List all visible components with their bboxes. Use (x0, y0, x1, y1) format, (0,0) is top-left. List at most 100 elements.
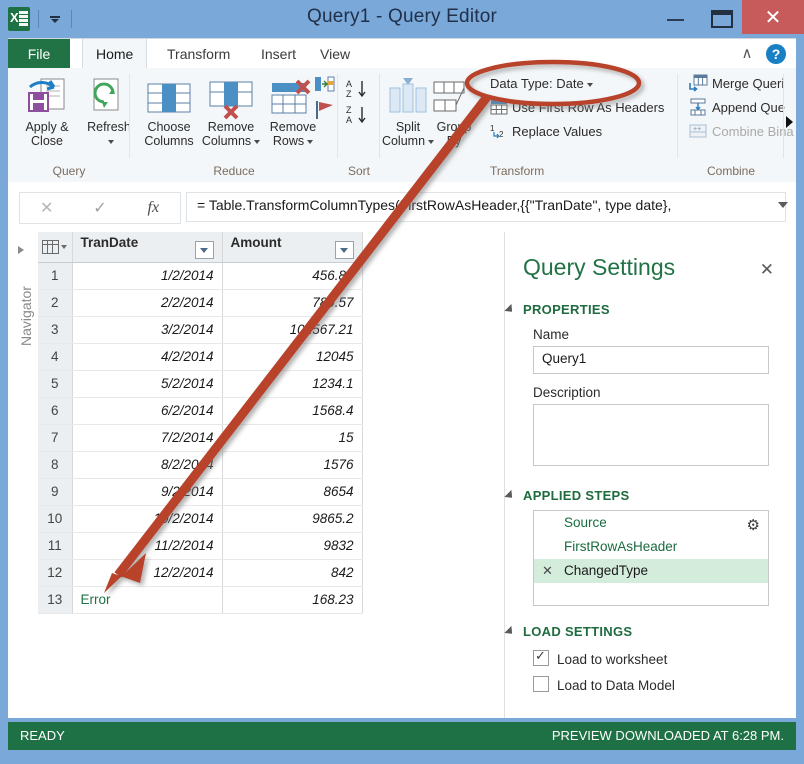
load-to-worksheet-checkbox[interactable]: Load to worksheet (533, 648, 667, 667)
section-applied-steps[interactable]: APPLIED STEPS (504, 488, 630, 503)
table-row[interactable]: 4 4/2/2014 12045 (38, 343, 363, 371)
cell-amount[interactable]: 9865.2 (222, 505, 363, 533)
formula-expand-caret-icon[interactable] (778, 202, 788, 208)
query-name-input[interactable]: Query1 (533, 346, 769, 374)
choose-columns-button[interactable]: Choose Columns (134, 74, 204, 148)
cell-amount[interactable]: 102567.21 (222, 316, 363, 344)
merge-queries-button[interactable]: Merge Queri (688, 74, 784, 94)
combine-binaries-button[interactable]: ++ Combine Bina (688, 122, 794, 142)
collapse-triangle-icon[interactable] (504, 489, 516, 502)
cell-trandate[interactable]: 4/2/2014 (72, 343, 223, 371)
cell-amount[interactable]: 15 (222, 424, 363, 452)
cell-amount[interactable]: 168.23 (222, 586, 363, 614)
cell-trandate[interactable]: 1/2/2014 (72, 262, 223, 290)
cell-amount[interactable]: 12045 (222, 343, 363, 371)
table-row[interactable]: 7 7/2/2014 15 (38, 424, 363, 452)
applied-step[interactable]: Source ⚙ (534, 511, 768, 535)
data-type-button[interactable]: Data Type: Date (490, 74, 593, 94)
table-row[interactable]: 3 3/2/2014 102567.21 (38, 316, 363, 344)
formula-input[interactable]: = Table.TransformColumnTypes(FirstRowAsH… (186, 192, 786, 222)
tab-file[interactable]: File (8, 39, 70, 69)
cell-trandate[interactable]: 12/2/2014 (72, 559, 223, 587)
cell-amount[interactable]: 789.57 (222, 289, 363, 317)
section-properties[interactable]: PROPERTIES (504, 302, 610, 317)
section-applied-steps-label: APPLIED STEPS (523, 488, 630, 503)
applied-step[interactable]: FirstRowAsHeader (534, 535, 768, 559)
column-header-amount[interactable]: Amount (222, 232, 363, 263)
filter-button-trandate[interactable] (194, 240, 214, 259)
cell-trandate[interactable]: 6/2/2014 (72, 397, 223, 425)
refresh-dropdown-caret-icon[interactable] (107, 139, 114, 144)
tab-view[interactable]: View (307, 39, 363, 69)
cell-amount[interactable]: 9832 (222, 532, 363, 560)
table-row[interactable]: 2 2/2/2014 789.57 (38, 289, 363, 317)
chevron-right-icon[interactable] (18, 246, 24, 254)
cell-trandate[interactable]: 8/2/2014 (72, 451, 223, 479)
collapse-triangle-icon[interactable] (504, 303, 516, 316)
sort-ascending-button[interactable]: A Z (346, 78, 372, 105)
navigator-pane-collapsed[interactable]: Navigator (8, 232, 39, 718)
table-row[interactable]: 6 6/2/2014 1568.4 (38, 397, 363, 425)
table-row[interactable]: 8 8/2/2014 1576 (38, 451, 363, 479)
table-row[interactable]: 9 9/2/2014 8654 (38, 478, 363, 506)
cell-trandate-error[interactable]: Error (72, 586, 223, 614)
sort-descending-button[interactable]: Z A (346, 104, 372, 131)
ribbon-scroll-right-icon[interactable] (786, 116, 793, 128)
table-row[interactable]: 13 Error 168.23 (38, 586, 363, 614)
formula-accept-button[interactable]: ✓ (73, 193, 126, 223)
apply-and-close-button[interactable]: Apply & Close (12, 74, 82, 148)
table-row[interactable]: 5 5/2/2014 1234.1 (38, 370, 363, 398)
cell-amount[interactable]: 1234.1 (222, 370, 363, 398)
cell-amount[interactable]: 1576 (222, 451, 363, 479)
help-icon[interactable]: ? (766, 44, 786, 64)
table-row[interactable]: 12 12/2/2014 842 (38, 559, 363, 587)
group-by-button[interactable]: Group By (428, 74, 480, 148)
tab-insert[interactable]: Insert (248, 39, 309, 69)
row-number: 6 (38, 397, 73, 425)
cell-trandate[interactable]: 2/2/2014 (72, 289, 223, 317)
cell-trandate[interactable]: 11/2/2014 (72, 532, 223, 560)
query-description-input[interactable] (533, 404, 769, 466)
collapse-ribbon-icon[interactable]: ∧ (738, 45, 756, 63)
filter-button-amount[interactable] (334, 240, 354, 259)
choose-columns-label-2: Columns (144, 134, 194, 148)
delete-step-icon[interactable]: ✕ (542, 559, 553, 583)
cell-trandate[interactable]: 10/2/2014 (72, 505, 223, 533)
remove-errors-button[interactable] (314, 100, 336, 125)
section-load-settings[interactable]: LOAD SETTINGS (504, 624, 632, 639)
minimize-button[interactable] (654, 0, 698, 34)
cell-trandate[interactable]: 5/2/2014 (72, 370, 223, 398)
remove-rows-caret-icon[interactable] (307, 139, 314, 144)
table-row[interactable]: 11 11/2/2014 9832 (38, 532, 363, 560)
cell-amount[interactable]: 456.89 (222, 262, 363, 290)
cell-trandate[interactable]: 3/2/2014 (72, 316, 223, 344)
applied-step[interactable]: ✕ ChangedType (534, 559, 768, 583)
table-row[interactable]: 10 10/2/2014 9865.2 (38, 505, 363, 533)
checkbox-icon-unchecked[interactable] (533, 676, 549, 692)
cell-amount[interactable]: 1568.4 (222, 397, 363, 425)
load-to-data-model-checkbox[interactable]: Load to Data Model (533, 676, 675, 693)
formula-cancel-button[interactable]: ✕ (20, 193, 73, 223)
maximize-button[interactable] (698, 0, 742, 34)
cell-trandate[interactable]: 9/2/2014 (72, 478, 223, 506)
select-all-columns-button[interactable] (38, 232, 73, 263)
cell-trandate[interactable]: 7/2/2014 (72, 424, 223, 452)
cell-amount[interactable]: 8654 (222, 478, 363, 506)
table-row[interactable]: 1 1/2/2014 456.89 (38, 262, 363, 290)
data-type-caret-icon[interactable] (586, 82, 593, 87)
cell-amount[interactable]: 842 (222, 559, 363, 587)
append-queries-button[interactable]: Append Que (688, 98, 785, 118)
remove-columns-button[interactable]: Remove Columns (196, 74, 266, 148)
tab-home[interactable]: Home (82, 39, 148, 69)
tab-transform[interactable]: Transform (154, 39, 243, 69)
collapse-triangle-icon[interactable] (504, 625, 516, 638)
replace-values-button[interactable]: 1 2 Replace Values (490, 122, 602, 142)
close-button[interactable]: ✕ (742, 0, 804, 34)
keep-rows-button[interactable] (314, 76, 336, 99)
insert-function-icon[interactable]: fx (127, 193, 180, 223)
use-first-row-as-headers-button[interactable]: Use First Row As Headers (490, 98, 664, 118)
column-header-trandate[interactable]: TranDate (72, 232, 223, 263)
close-query-settings-icon[interactable]: ✕ (760, 260, 774, 280)
checkbox-icon-checked[interactable] (533, 648, 549, 666)
row-number: 9 (38, 478, 73, 506)
